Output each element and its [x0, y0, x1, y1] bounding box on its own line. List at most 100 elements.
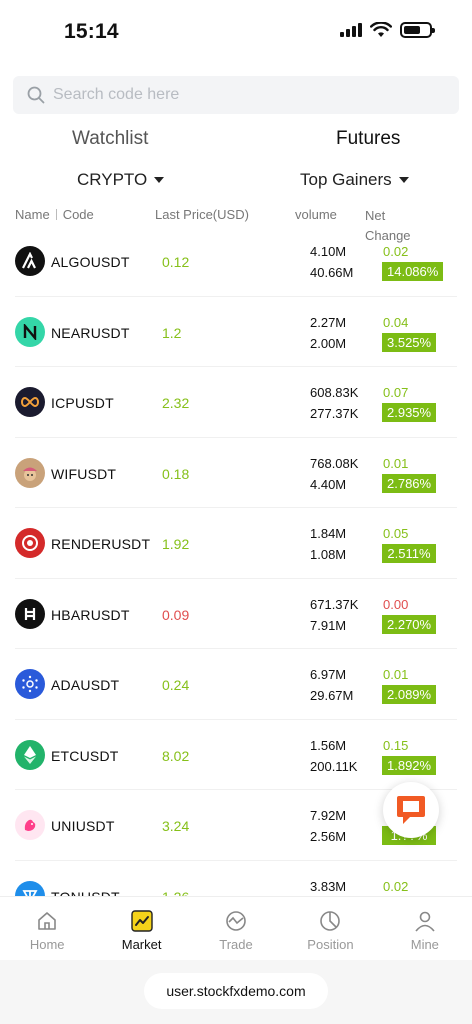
- toncoin-icon: [15, 880, 45, 896]
- volume-primary: 608.83K: [310, 385, 359, 400]
- nav-item-trade[interactable]: Trade: [189, 897, 283, 960]
- nav-label: Position: [307, 937, 354, 952]
- volume-primary: 4.10M: [310, 244, 347, 259]
- column-divider: [55, 209, 57, 220]
- net-change-percent-badge: 3.525%: [382, 332, 437, 352]
- volume-primary: 1.56M: [310, 737, 347, 753]
- net-change-percent-badge: 2.511%: [382, 544, 436, 563]
- render-icon: [15, 528, 45, 558]
- icp-icon: [15, 387, 45, 417]
- ticker-row[interactable]: ALGOUSDT 0.12 4.10M 40.66M 0.02 14.086%: [15, 226, 457, 297]
- volume-secondary: 2.56M: [310, 829, 347, 844]
- chat-bubble-icon: [397, 796, 425, 824]
- wifi-icon: [370, 22, 392, 37]
- sort-dropdown[interactable]: Top Gainers: [300, 170, 409, 190]
- nav-label: Trade: [219, 937, 253, 952]
- column-header-volume: volume: [295, 207, 337, 222]
- net-change-value: 0.02: [383, 878, 409, 894]
- volume-secondary: 7.91M: [310, 617, 347, 633]
- search-input[interactable]: [53, 86, 433, 104]
- volume-primary: 768.08K: [310, 455, 359, 471]
- column-name-label: Name: [15, 207, 50, 222]
- coin-code: TONUSDT: [51, 889, 120, 897]
- ticker-row[interactable]: HBARUSDT 0.09 671.37K 7.91M 0.00 2.270%: [15, 579, 457, 649]
- column-net-label: Net: [365, 208, 386, 223]
- hedera-icon: [15, 598, 45, 629]
- nav-label: Home: [29, 937, 65, 952]
- net-change-value: 0.15: [383, 737, 409, 753]
- ticker-row[interactable]: WIFUSDT 0.18 768.08K 4.40M 0.01 2.786%: [15, 438, 457, 508]
- volume-secondary: 1.08M: [310, 547, 347, 562]
- net-change-value: 0.05: [383, 526, 409, 541]
- last-price: 0.09: [162, 606, 190, 623]
- battery-icon: [400, 22, 435, 38]
- trade-icon: [224, 909, 248, 933]
- last-price: 1.2: [162, 324, 182, 341]
- column-header-name: Name Code: [15, 207, 94, 222]
- coin-code: UNIUSDT: [51, 818, 115, 834]
- ticker-row[interactable]: RENDERUSDT 1.92 1.84M 1.08M 0.05 2.511%: [15, 508, 457, 579]
- last-price: 1.26: [162, 889, 189, 897]
- volume-primary: 2.27M: [310, 314, 347, 330]
- volume-secondary: 277.37K: [310, 406, 359, 421]
- net-change-percent-badge: 14.086%: [382, 262, 444, 281]
- last-price: 1.92: [162, 536, 190, 552]
- caret-down-icon: [154, 177, 165, 183]
- cardano-icon: [15, 669, 45, 699]
- last-price: 0.24: [162, 677, 190, 693]
- ticker-row[interactable]: ADAUSDT 0.24 6.97M 29.67M 0.01 2.089%: [15, 649, 457, 720]
- column-header-price: Last Price(USD): [155, 207, 249, 222]
- coin-code: HBARUSDT: [51, 606, 130, 623]
- live-chat-button[interactable]: [383, 782, 439, 838]
- coin-code: WIFUSDT: [51, 465, 117, 482]
- net-change-value: 0.00: [383, 596, 409, 612]
- ticker-row[interactable]: TONUSDT 1.26 3.83M 0.02: [15, 861, 457, 897]
- nav-item-mine[interactable]: Mine: [378, 897, 472, 960]
- ticker-row[interactable]: ETCUSDT 8.02 1.56M 200.11K 0.15 1.892%: [15, 720, 457, 790]
- coin-code: ADAUSDT: [51, 677, 120, 693]
- net-change-value: 0.04: [383, 314, 409, 330]
- user-icon: [413, 909, 437, 933]
- uniswap-icon: [15, 810, 45, 840]
- search-bar[interactable]: [13, 76, 459, 114]
- column-code-label: Code: [62, 207, 94, 222]
- bottom-navigation: Home Market Trade Position Mine: [0, 896, 472, 960]
- market-icon: [130, 909, 154, 933]
- market-type-dropdown[interactable]: CRYPTO: [77, 170, 165, 190]
- net-change-percent-badge: 2.935%: [382, 403, 437, 422]
- net-change-value: 0.02: [383, 244, 409, 259]
- coin-code: ETCUSDT: [51, 747, 119, 764]
- dogwifhat-icon: [15, 457, 45, 488]
- tab-watchlist[interactable]: Watchlist: [72, 128, 148, 150]
- url-field[interactable]: user.stockfxdemo.com: [144, 973, 328, 1009]
- status-icons: [340, 22, 435, 38]
- last-price: 0.18: [162, 465, 190, 482]
- nav-item-home[interactable]: Home: [0, 897, 94, 960]
- nav-item-market[interactable]: Market: [94, 897, 188, 960]
- net-change-percent-badge: 2.270%: [382, 614, 437, 634]
- status-time: 15:14: [64, 20, 119, 43]
- search-icon: [27, 86, 45, 104]
- last-price: 8.02: [162, 747, 190, 764]
- volume-secondary: 200.11K: [310, 758, 358, 774]
- volume-primary: 3.83M: [310, 878, 347, 894]
- position-icon: [318, 909, 342, 933]
- last-price: 0.12: [162, 254, 190, 270]
- coin-code: NEARUSDT: [51, 324, 130, 341]
- net-change-value: 0.01: [383, 455, 409, 471]
- volume-primary: 1.84M: [310, 526, 347, 541]
- coin-code: ICPUSDT: [51, 395, 114, 411]
- volume-secondary: 4.40M: [310, 476, 347, 492]
- net-change-percent-badge: 2.786%: [382, 473, 437, 493]
- near-icon: [15, 316, 45, 347]
- ticker-row[interactable]: NEARUSDT 1.2 2.27M 2.00M 0.04 3.525%: [15, 297, 457, 367]
- browser-bar: user.stockfxdemo.com: [0, 960, 472, 1024]
- last-price: 3.24: [162, 818, 190, 834]
- market-type-label: CRYPTO: [77, 170, 148, 189]
- nav-label: Market: [121, 937, 162, 952]
- sort-label: Top Gainers: [300, 170, 392, 189]
- last-price: 2.32: [162, 395, 190, 411]
- ticker-row[interactable]: ICPUSDT 2.32 608.83K 277.37K 0.07 2.935%: [15, 367, 457, 438]
- nav-item-position[interactable]: Position: [283, 897, 377, 960]
- tab-futures[interactable]: Futures: [336, 128, 400, 150]
